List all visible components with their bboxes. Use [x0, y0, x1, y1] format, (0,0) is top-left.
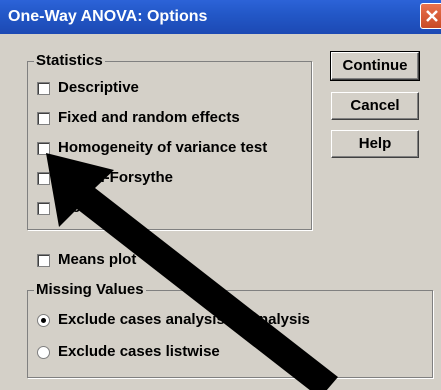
- annotation-arrow: [46, 153, 338, 390]
- arrow-icon: [46, 153, 338, 390]
